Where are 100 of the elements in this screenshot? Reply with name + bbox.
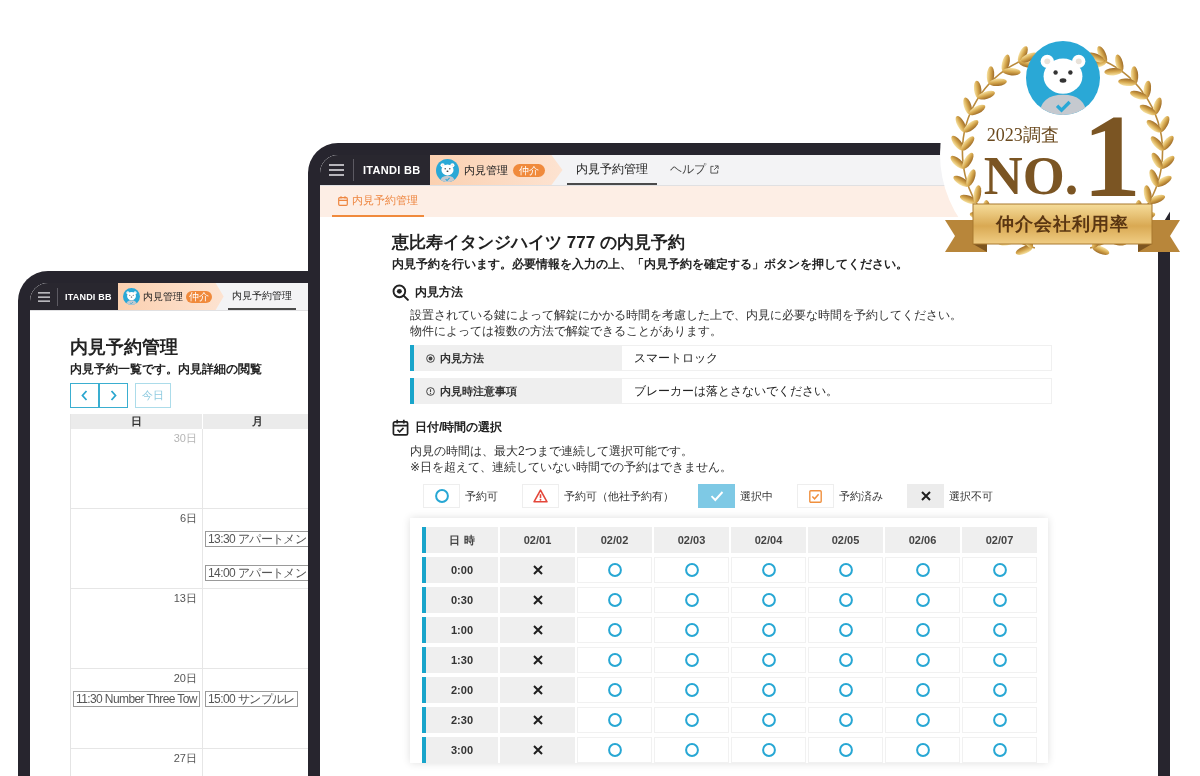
app-tab[interactable]: 内見管理 仲介 [117, 283, 224, 310]
time-slot[interactable] [885, 647, 960, 673]
calendar-icon [338, 195, 348, 206]
time-slot[interactable] [577, 557, 652, 583]
time-slot[interactable] [654, 647, 729, 673]
time-slot[interactable] [577, 737, 652, 763]
next-button[interactable] [99, 383, 128, 408]
time-slot[interactable] [731, 677, 806, 703]
time-slot[interactable] [731, 557, 806, 583]
corner-header: 日 時 [422, 527, 498, 553]
time-slot[interactable] [731, 647, 806, 673]
role-badge: 仲介 [185, 290, 212, 303]
exclamation-circle-icon [426, 386, 435, 396]
warning-icon [522, 484, 559, 508]
field-value: ブレーカーは落とさないでください。 [622, 378, 1052, 404]
nav-tab[interactable]: ヘルプ [660, 155, 728, 185]
field-label: 内見時注意事項 [440, 383, 517, 399]
date-header: 02/03 [654, 527, 729, 553]
time-slot[interactable] [885, 587, 960, 613]
circle-icon [838, 593, 853, 607]
calendar-check-icon [392, 419, 409, 436]
time-label: 0:30 [422, 587, 498, 613]
circle-icon [915, 563, 930, 577]
time-slot[interactable] [808, 737, 883, 763]
time-slot[interactable] [808, 707, 883, 733]
time-slot[interactable] [731, 587, 806, 613]
circle-icon [915, 653, 930, 667]
time-slot[interactable] [731, 707, 806, 733]
time-slot[interactable] [962, 707, 1037, 733]
weekday-header: 月 [203, 414, 308, 429]
time-slot[interactable] [654, 617, 729, 643]
menu-icon[interactable] [38, 291, 50, 302]
weekday-header: 日 [71, 414, 203, 429]
circle-icon [761, 563, 776, 577]
calendar-event[interactable]: 14:00 アパートメン [205, 565, 308, 581]
time-slot[interactable] [731, 617, 806, 643]
time-slot[interactable] [577, 707, 652, 733]
time-slot[interactable] [577, 677, 652, 703]
circle-icon [607, 623, 622, 637]
time-slot[interactable] [808, 617, 883, 643]
rank-number: 1 [1082, 116, 1142, 198]
circle-icon [607, 593, 622, 607]
circle-icon [992, 623, 1007, 637]
time-slot[interactable] [885, 557, 960, 583]
time-slot[interactable] [962, 647, 1037, 673]
time-slot[interactable] [885, 737, 960, 763]
calendar-event[interactable]: 11:30 Number Three Tow [73, 691, 200, 707]
app-tab[interactable]: 内見管理 仲介 [429, 155, 563, 185]
circle-icon [992, 563, 1007, 577]
time-label: 1:00 [422, 617, 498, 643]
time-slot[interactable] [577, 617, 652, 643]
page-subtitle: 内見予約を行います。必要情報を入力の上、「内見予約を確定する」ボタンを押してください。 [392, 256, 909, 272]
time-slot[interactable] [808, 557, 883, 583]
time-slot[interactable] [654, 587, 729, 613]
time-slot[interactable] [962, 587, 1037, 613]
cross-icon [532, 745, 543, 755]
calendar-event[interactable]: 13:30 アパートメン [205, 531, 308, 547]
time-slot[interactable] [577, 587, 652, 613]
calendar-event[interactable]: 15:00 サンプルレ [205, 691, 298, 707]
time-label: 2:00 [422, 677, 498, 703]
time-slot[interactable] [962, 557, 1037, 583]
time-slot[interactable] [808, 677, 883, 703]
circle-icon [761, 713, 776, 727]
circle-icon [684, 623, 699, 637]
circle-icon [607, 683, 622, 697]
circle-icon [838, 743, 853, 757]
circle-icon [992, 743, 1007, 757]
circle-icon [992, 593, 1007, 607]
legend-label: 予約可（他社予約有） [564, 488, 674, 504]
page-title: 恵比寿イタンジハイツ 777 の内見予約 [392, 232, 686, 254]
time-label: 0:00 [422, 557, 498, 583]
role-badge: 仲介 [512, 163, 545, 177]
time-slot[interactable] [808, 647, 883, 673]
circle-icon [915, 713, 930, 727]
time-slot[interactable] [962, 617, 1037, 643]
time-slot[interactable] [808, 587, 883, 613]
time-slot[interactable] [885, 707, 960, 733]
time-slot[interactable] [885, 617, 960, 643]
cross-icon [532, 685, 543, 695]
legend-label: 選択中 [740, 488, 773, 504]
time-slot[interactable] [654, 707, 729, 733]
circle-icon [684, 713, 699, 727]
nav-tab[interactable]: 内見予約管理 [227, 283, 296, 310]
legend-label: 予約済み [839, 488, 883, 504]
time-slot[interactable] [962, 677, 1037, 703]
previous-button[interactable] [70, 383, 99, 408]
chevron-right-icon [110, 390, 117, 401]
time-slot[interactable] [962, 737, 1037, 763]
circle-icon [915, 593, 930, 607]
time-slot[interactable] [654, 677, 729, 703]
date-header: 02/06 [885, 527, 960, 553]
time-slot[interactable] [654, 557, 729, 583]
circle-icon [838, 683, 853, 697]
time-label: 3:00 [422, 737, 498, 763]
page-title: 内見予約管理 [70, 336, 179, 358]
time-slot[interactable] [654, 737, 729, 763]
time-slot[interactable] [577, 647, 652, 673]
menu-icon[interactable] [329, 164, 344, 176]
time-slot[interactable] [731, 737, 806, 763]
time-slot[interactable] [885, 677, 960, 703]
